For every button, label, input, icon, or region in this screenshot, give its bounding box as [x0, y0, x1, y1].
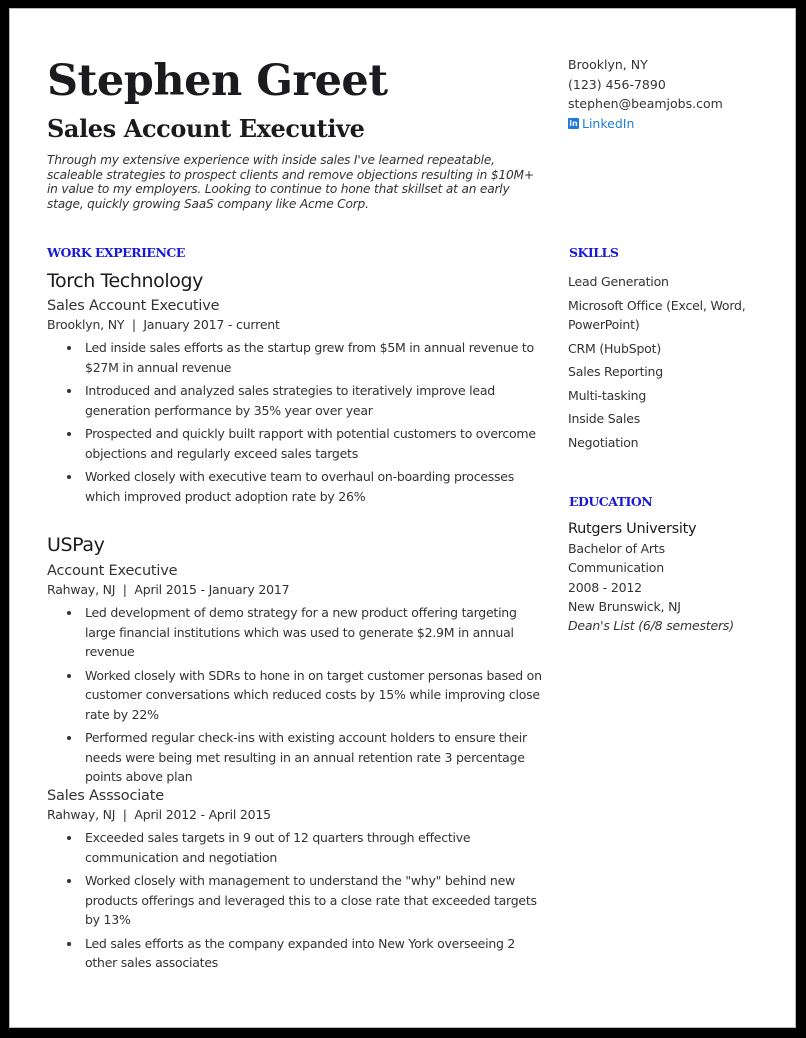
education-years: 2008 - 2012 — [568, 579, 642, 595]
job-bullet: Led sales efforts as the company expande… — [47, 934, 547, 973]
education-location: New Brunswick, NJ — [568, 598, 681, 614]
contact-block: Brooklyn, NY (123) 456-7890 stephen@beam… — [568, 55, 723, 133]
job-bullets: Led development of demo strategy for a n… — [47, 603, 547, 787]
candidate-name: Stephen Greet — [47, 56, 388, 106]
education-school: Rutgers University — [568, 521, 697, 537]
skill-item: Multi-tasking — [568, 387, 647, 403]
job-sales-associate: Sales Asssociate Rahway, NJ | April 2012… — [47, 786, 547, 977]
job-bullet: Introduced and analyzed sales strategies… — [47, 381, 547, 420]
linkedin-link[interactable]: in LinkedIn — [568, 114, 723, 134]
skills-list: Lead Generation Microsoft Office (Excel,… — [568, 272, 768, 456]
job-bullet: Worked closely with SDRs to hone in on t… — [47, 666, 547, 725]
job-bullet: Led development of demo strategy for a n… — [47, 603, 547, 662]
contact-location: Brooklyn, NY — [568, 57, 648, 72]
job-bullet: Worked closely with executive team to ov… — [47, 467, 547, 506]
contact-phone: (123) 456-7890 — [568, 76, 666, 92]
education-heading: EDUCATION — [569, 494, 653, 509]
bullet-dot-icon — [67, 432, 71, 436]
job-meta: Rahway, NJ | April 2015 - January 2017 — [47, 582, 290, 597]
resume-page: Stephen Greet Sales Account Executive Th… — [9, 8, 796, 1028]
bullet-dot-icon — [67, 389, 71, 393]
bullet-dot-icon — [67, 736, 71, 740]
bullet-dot-icon — [67, 941, 71, 946]
linkedin-label[interactable]: LinkedIn — [582, 114, 634, 134]
bullet-dot-icon — [67, 475, 71, 479]
job-bullet: Prospected and quickly built rapport wit… — [47, 424, 547, 463]
work-experience-heading: WORK EXPERIENCE — [47, 245, 185, 260]
job-bullet: Led inside sales efforts as the startup … — [47, 338, 547, 377]
job-bullets: Exceeded sales targets in 9 out of 12 qu… — [47, 828, 547, 973]
bullet-dot-icon — [67, 346, 71, 350]
job-company: USPay — [47, 534, 105, 556]
skill-item: Microsoft Office (Excel, Word, PowerPoin… — [568, 297, 746, 333]
linkedin-icon: in — [568, 117, 579, 129]
skill-item: Negotiation — [568, 434, 639, 450]
job-meta: Rahway, NJ | April 2012 - April 2015 — [47, 807, 271, 822]
job-meta: Brooklyn, NY | January 2017 - current — [47, 317, 280, 332]
skill-item: CRM (HubSpot) — [568, 340, 661, 356]
candidate-title: Sales Account Executive — [47, 114, 365, 143]
job-role: Sales Asssociate — [47, 788, 164, 804]
contact-email[interactable]: stephen@beamjobs.com — [568, 94, 723, 114]
job-torch-technology: Torch Technology Sales Account Executive… — [47, 269, 547, 510]
bullet-dot-icon — [67, 611, 71, 615]
bullet-dot-icon — [67, 673, 71, 678]
job-bullets: Led inside sales efforts as the startup … — [47, 338, 547, 506]
bullet-dot-icon — [67, 836, 71, 840]
job-bullet: Worked closely with management to unders… — [47, 871, 547, 930]
skill-item: Sales Reporting — [568, 364, 664, 379]
skill-item: Inside Sales — [568, 411, 641, 426]
job-bullet: Performed regular check-ins with existin… — [47, 728, 547, 787]
job-bullet: Exceeded sales targets in 9 out of 12 qu… — [47, 828, 547, 867]
bullet-dot-icon — [67, 879, 71, 883]
job-uspay: USPay Account Executive Rahway, NJ | Apr… — [47, 533, 547, 791]
job-company: Torch Technology — [47, 270, 203, 292]
education-honors: Dean's List (6/8 semesters) — [568, 618, 734, 634]
education-degree: Bachelor of Arts — [568, 541, 665, 556]
skill-item: Lead Generation — [568, 274, 669, 289]
job-role: Sales Account Executive — [47, 298, 220, 314]
summary-text: Through my extensive experience with ins… — [47, 153, 534, 211]
skills-heading: SKILLS — [569, 245, 619, 260]
education-block: Rutgers University Bachelor of Arts Comm… — [568, 519, 734, 635]
job-role: Account Executive — [47, 563, 178, 579]
education-field: Communication — [568, 560, 664, 576]
